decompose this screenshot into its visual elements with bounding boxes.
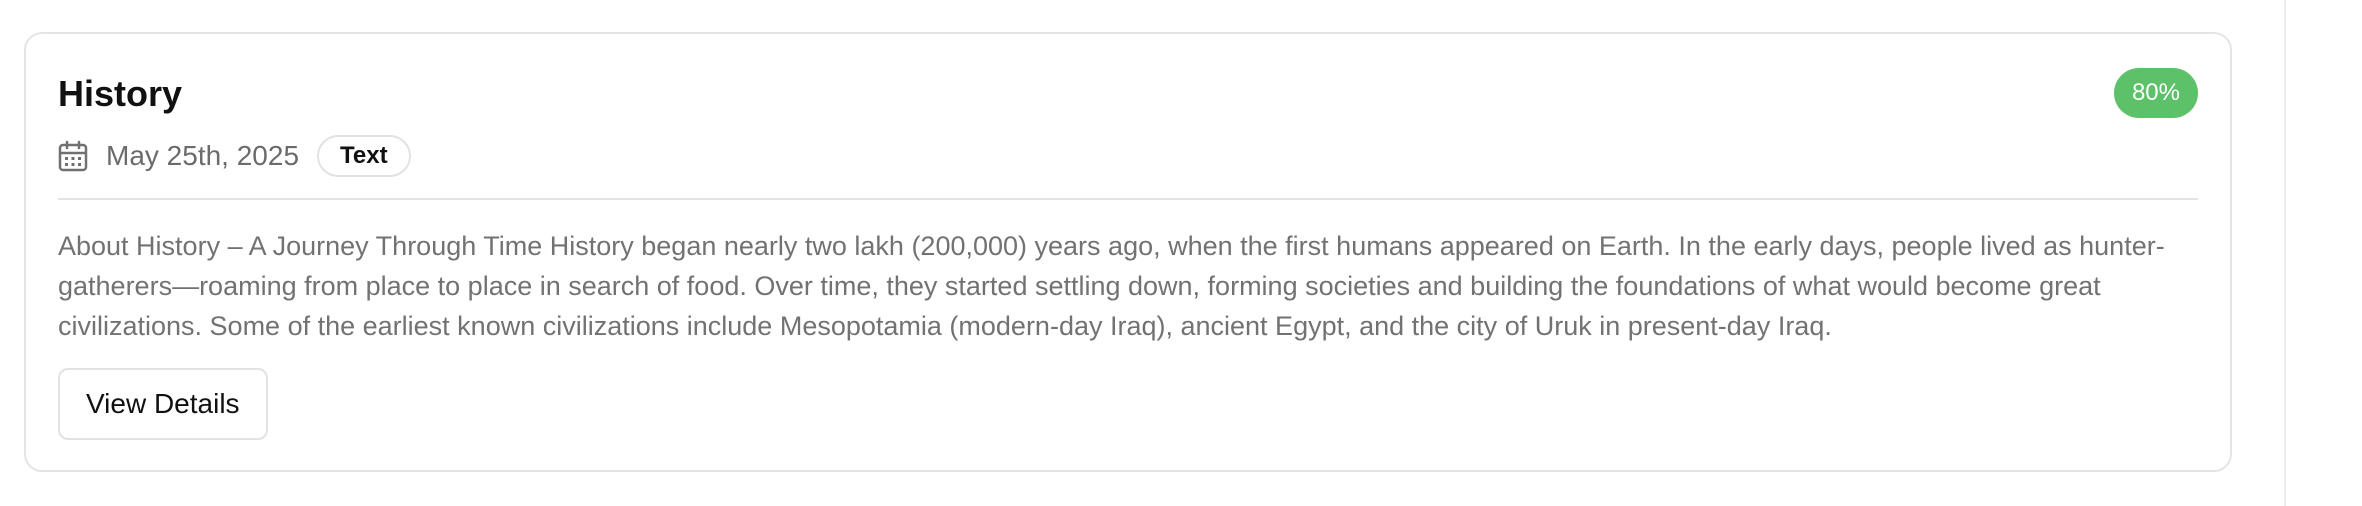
card-date: May 25th, 2025: [106, 140, 300, 171]
panel-divider: [2284, 0, 2286, 506]
view-details-button[interactable]: View Details: [58, 368, 268, 440]
card-description: About History – A Journey Through Time H…: [58, 231, 2165, 341]
page: History 80% May 25th, 2025 Text About Hi…: [0, 0, 2362, 506]
card-title: History: [58, 73, 183, 114]
calendar-icon: [58, 140, 88, 172]
history-card: History 80% May 25th, 2025 Text About Hi…: [24, 32, 2232, 472]
score-badge: 80%: [2113, 68, 2198, 118]
type-badge: Text: [317, 135, 411, 177]
divider: [58, 198, 2198, 200]
card-meta: May 25th, 2025 Text: [58, 132, 411, 180]
